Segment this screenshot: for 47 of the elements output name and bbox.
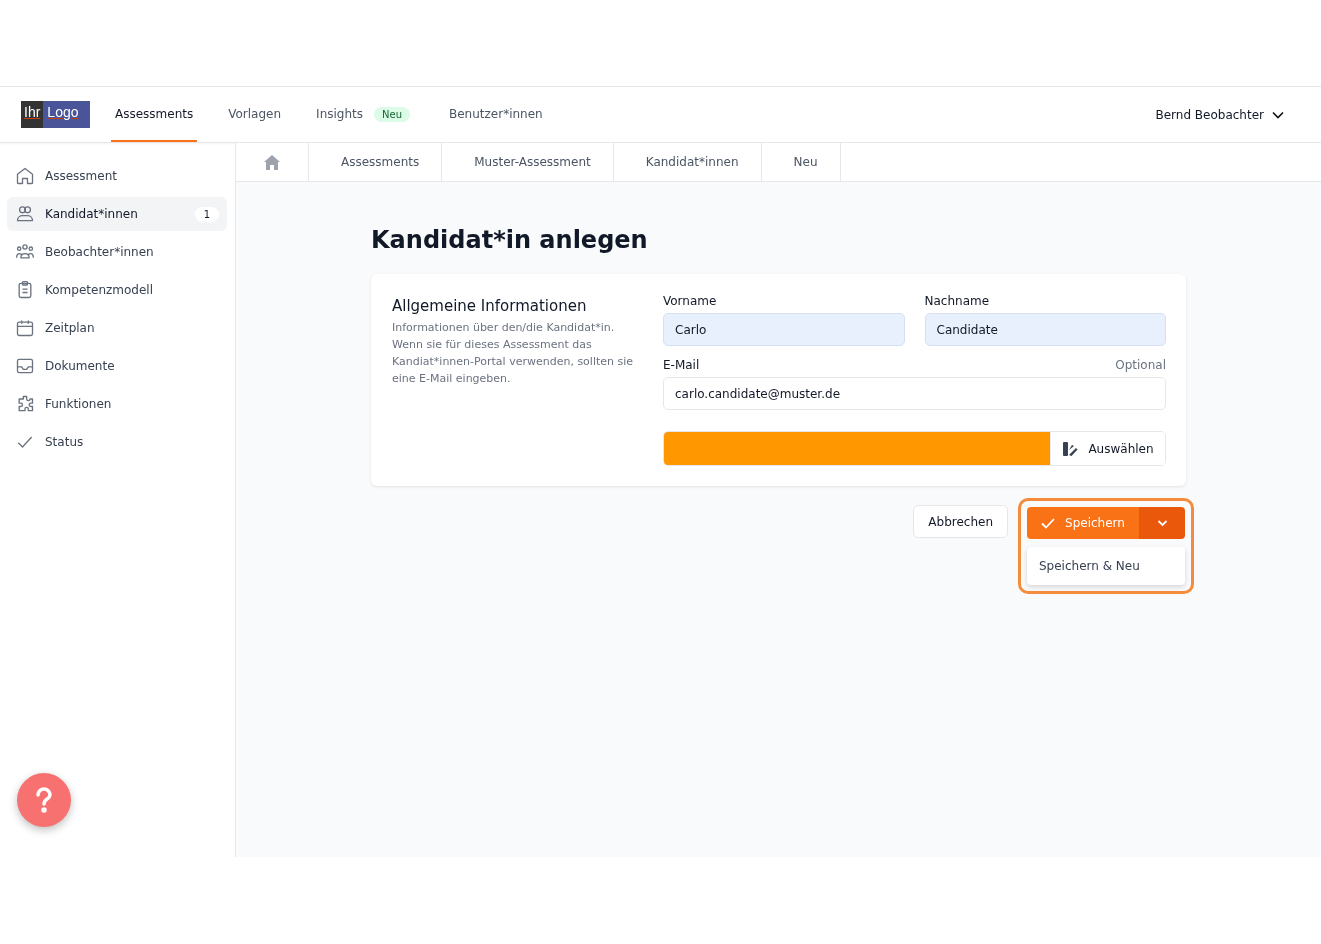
nav-tab[interactable]: Assessments xyxy=(111,87,198,142)
logo-text: Ihr xyxy=(21,101,44,128)
question-icon xyxy=(34,787,54,813)
logo[interactable]: Ihr Logo xyxy=(21,101,90,128)
last-name-field[interactable]: Candidate xyxy=(924,313,1166,346)
first-name-field[interactable]: Carlo xyxy=(663,313,905,346)
nav-tab[interactable]: Vorlagen xyxy=(224,87,286,142)
menu-item[interactable]: Speichern & Neu xyxy=(1027,555,1185,577)
field-label: Vorname xyxy=(663,294,718,308)
breadcrumb-link[interactable]: Neu xyxy=(761,143,841,181)
field-label: E-Mail xyxy=(663,358,700,372)
palette-icon xyxy=(1062,440,1079,457)
page-title: Kandidat*in anlegen xyxy=(371,226,649,254)
sidebar-item[interactable]: Kompetenzmodell xyxy=(7,273,227,307)
new-badge: Neu xyxy=(374,107,410,122)
section-description: Informationen über den/die Kandidat*in. Wenn sie für dieses Assessment das Kandiat*innen-Portal verwenden, sollten sie eine E-Mail eingeben. xyxy=(392,320,635,387)
sidebar-icon xyxy=(15,204,35,224)
count-badge: 1 xyxy=(194,206,219,222)
nav-tab[interactable]: Insights xyxy=(312,87,367,142)
chevron-down-icon xyxy=(1156,519,1168,527)
breadcrumb-link[interactable]: Assessments xyxy=(309,143,443,181)
sidebar-item[interactable]: Status xyxy=(7,425,227,459)
save-options-button[interactable] xyxy=(1139,507,1185,539)
sidebar-item[interactable]: Funktionen xyxy=(7,387,227,421)
sidebar-icon xyxy=(15,318,35,338)
home-icon xyxy=(264,154,280,170)
optional-hint: Optional xyxy=(1115,358,1166,372)
section-title: Allgemeine Informationen xyxy=(392,297,588,315)
nav-tab[interactable]: Benutzer*innen xyxy=(445,87,547,142)
color-swatch[interactable] xyxy=(664,432,1050,465)
cancel-button[interactable]: Abbrechen xyxy=(913,505,1008,538)
sidebar-item[interactable]: Beobachter*innen xyxy=(7,235,227,269)
sidebar-icon xyxy=(15,166,35,186)
breadcrumb-link[interactable]: Kandidat*innen xyxy=(613,143,762,181)
sidebar-item[interactable]: Zeitplan xyxy=(7,311,227,345)
email-field[interactable]: carlo.candidate@muster.de xyxy=(663,377,1166,410)
sidebar-item[interactable]: Kandidat*innen 1 xyxy=(7,197,227,231)
sidebar-icon xyxy=(15,356,35,376)
help-button[interactable] xyxy=(17,773,71,827)
user-menu[interactable]: Bernd Beobachter xyxy=(1149,106,1291,123)
sidebar-item[interactable]: Dokumente xyxy=(7,349,227,383)
field-label: Nachname xyxy=(924,294,991,308)
breadcrumb-link[interactable]: Muster-Assessment xyxy=(442,143,614,181)
check-icon xyxy=(1041,517,1056,529)
logo-text: Logo xyxy=(43,101,90,128)
sidebar-item[interactable]: Assessment xyxy=(7,159,227,193)
select-color-button[interactable]: Auswählen xyxy=(1050,432,1165,465)
